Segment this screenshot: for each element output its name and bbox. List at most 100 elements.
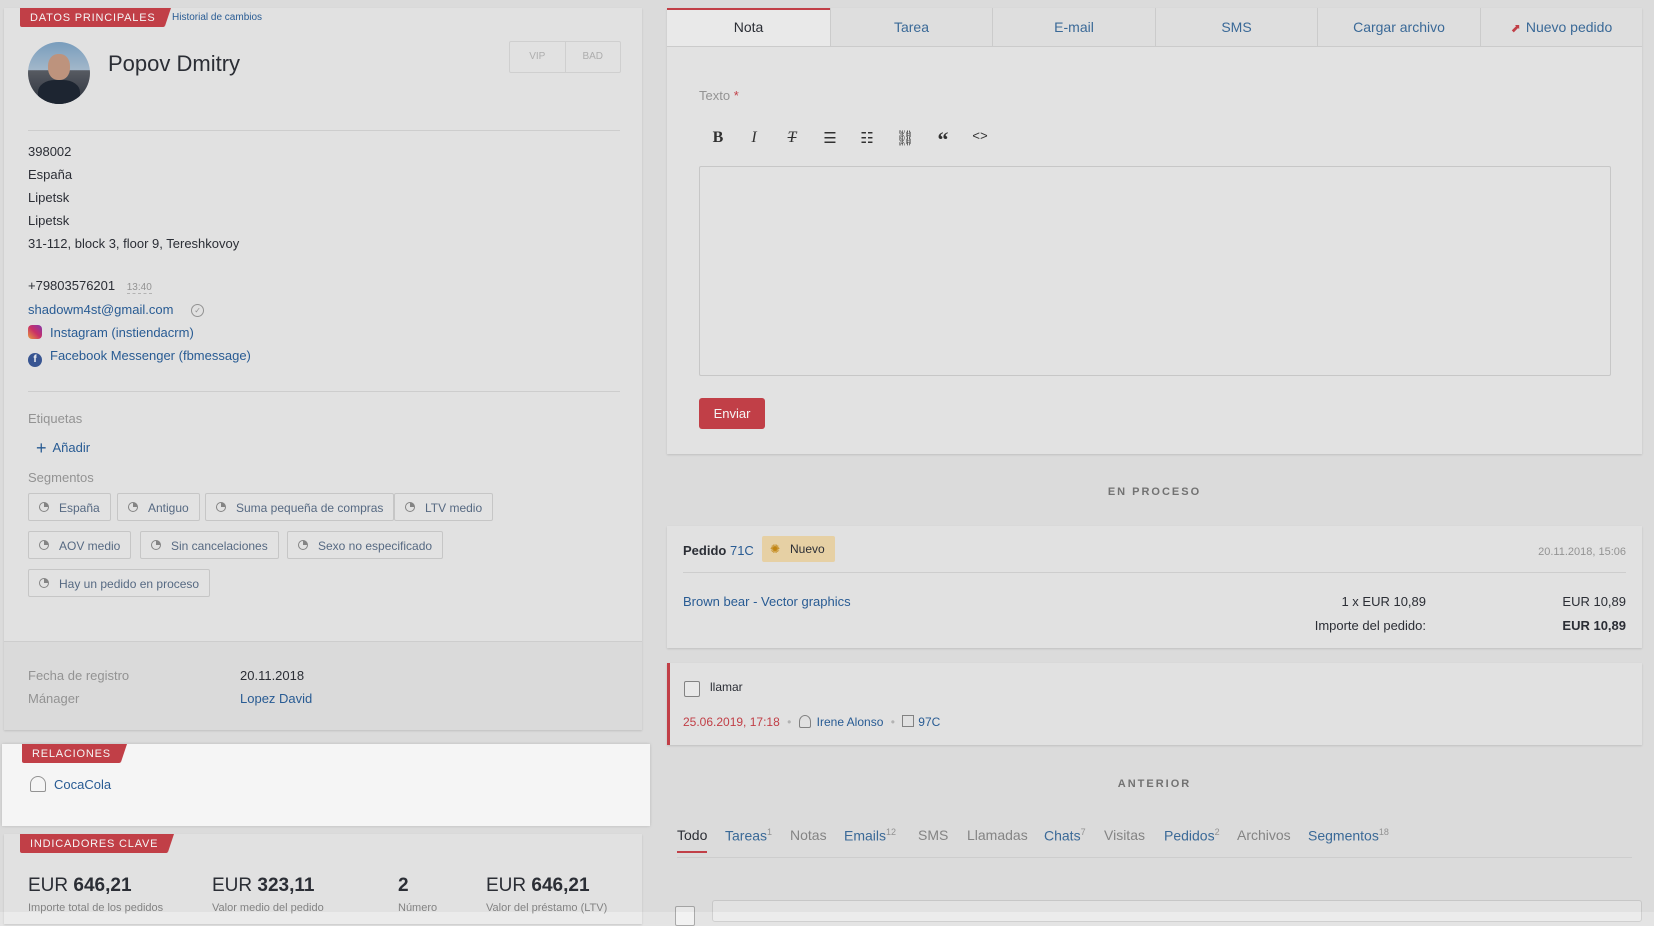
clear-format-icon[interactable]: T — [781, 129, 803, 147]
add-label-text: Añadir — [52, 440, 91, 455]
avatar — [28, 42, 90, 104]
segment-label: Sexo no especificado — [318, 539, 433, 553]
history-tab-all[interactable]: Todo — [677, 827, 708, 853]
segment-chip[interactable]: Suma pequeña de compras — [205, 493, 395, 521]
note-textarea[interactable] — [699, 166, 1611, 376]
instagram-link[interactable]: Instagram (instiendacrm) — [50, 325, 194, 340]
vip-button[interactable]: VIP — [510, 42, 566, 72]
task-meta: 25.06.2019, 17:18 • Irene Alonso • 97C — [683, 715, 941, 729]
kpi-amount: 646,21 — [73, 875, 132, 896]
history-tab-calls[interactable]: Llamadas — [967, 827, 1028, 843]
relation-row: CocaCola — [30, 776, 111, 792]
kpi-amount: 2 — [398, 875, 409, 896]
history-tab-tasks[interactable]: Tareas1 — [725, 827, 772, 844]
order-number-link[interactable]: 71C — [730, 543, 754, 558]
tab-sms[interactable]: SMS — [1155, 8, 1317, 46]
send-button[interactable]: Enviar — [699, 398, 765, 429]
history-tab-visits[interactable]: Visitas — [1104, 827, 1145, 843]
registration-label: Fecha de registro — [28, 668, 130, 683]
address-region: Lipetsk — [28, 190, 70, 205]
tab-email[interactable]: E-mail — [992, 8, 1155, 46]
tab-note[interactable]: Nota — [667, 8, 830, 46]
email-link[interactable]: shadowm4st@gmail.com — [28, 302, 173, 317]
segment-chip[interactable]: España — [28, 493, 111, 521]
task-due-date: 25.06.2019, 17:18 — [683, 715, 780, 729]
history-tab-label: Todo — [677, 827, 708, 843]
order-header: Pedido 71C — [683, 543, 754, 558]
code-icon[interactable]: <> — [969, 129, 991, 144]
kpi-ltv-label: Valor del préstamo (LTV) — [486, 902, 608, 914]
relations-tag: RELACIONES — [22, 744, 127, 763]
history-tab-chats[interactable]: Chats7 — [1044, 827, 1086, 844]
history-tab-count: 2 — [1214, 827, 1220, 837]
segments-title: Segmentos — [28, 470, 94, 485]
kpi-count-label: Número — [398, 902, 438, 914]
segment-chip[interactable]: LTV medio — [394, 493, 494, 521]
history-link[interactable]: Historial de cambios — [172, 12, 262, 23]
address-street: 31-112, block 3, floor 9, Tereshkovoy — [28, 236, 240, 251]
segment-chip[interactable]: Hay un pedido en proceso — [28, 569, 211, 597]
facebook-link[interactable]: Facebook Messenger (fbmessage) — [50, 348, 251, 363]
history-search-input[interactable] — [712, 900, 1642, 922]
order-card: Pedido 71C ✺ Nuevo 20.11.2018, 15:06 Brow… — [667, 526, 1642, 648]
kpi-ltv-value: EUR 646,21 — [486, 875, 590, 897]
history-tab-sms[interactable]: SMS — [918, 827, 948, 843]
address-zip: 398002 — [28, 144, 72, 159]
segment-label: Suma pequeña de compras — [236, 501, 384, 515]
segment-chip[interactable]: Antiguo — [117, 493, 200, 521]
segment-chip[interactable]: Sin cancelaciones — [140, 531, 279, 559]
segment-label: Hay un pedido en proceso — [59, 577, 200, 591]
tab-task[interactable]: Tarea — [830, 8, 992, 46]
history-tab-orders[interactable]: Pedidos2 — [1164, 827, 1220, 844]
kpi-amount: 646,21 — [531, 875, 590, 896]
tab-upload-file[interactable]: Cargar archivo — [1317, 8, 1480, 46]
text-label: Texto — [699, 88, 731, 103]
order-item-link[interactable]: Brown bear - Vector graphics — [683, 594, 851, 609]
bold-icon[interactable]: B — [707, 129, 729, 147]
history-tab-label: Chats — [1044, 827, 1081, 844]
segment-chip[interactable]: Sexo no especificado — [287, 531, 444, 559]
link-icon[interactable]: ⛓ — [894, 129, 916, 147]
verified-icon: ✓ — [191, 304, 205, 318]
divider — [28, 130, 620, 131]
add-label-button[interactable]: + Añadir — [36, 438, 90, 459]
tab-new-order[interactable]: ⬈ Nuevo pedido — [1480, 8, 1642, 46]
task-assignee-link[interactable]: Irene Alonso — [817, 715, 884, 729]
client-name: Popov Dmitry — [108, 51, 241, 76]
bad-button[interactable]: BAD — [566, 42, 621, 72]
segment-chip[interactable]: AOV medio — [28, 531, 132, 559]
task-checkbox[interactable] — [684, 681, 700, 697]
meta-footer: Fecha de registro 20.11.2018 Mánager Lop… — [4, 641, 642, 730]
history-tab-label: Visitas — [1104, 827, 1145, 843]
history-tab-files[interactable]: Archivos — [1237, 827, 1291, 843]
tab-new-order-label: Nuevo pedido — [1525, 19, 1613, 35]
labels-title: Etiquetas — [28, 411, 83, 426]
phone-local-time: 13:40 — [126, 282, 152, 294]
registration-date: 20.11.2018 — [240, 668, 305, 683]
numbered-list-icon[interactable]: ☷ — [856, 129, 878, 147]
phone-number[interactable]: +79803576201 — [28, 278, 115, 293]
company-user-icon — [30, 776, 46, 792]
task-order-link[interactable]: 97C — [918, 715, 940, 729]
order-date: 20.11.2018, 15:06 — [1538, 546, 1626, 558]
italic-icon[interactable]: I — [743, 129, 765, 147]
lightbulb-icon: ✺ — [770, 542, 781, 556]
order-ref-icon — [902, 715, 915, 727]
kpi-amount: 323,11 — [257, 875, 315, 896]
history-tab-notes[interactable]: Notas — [790, 827, 827, 843]
main-data-tag: DATOS PRINCIPALES — [20, 8, 172, 27]
manager-link[interactable]: Lopez David — [240, 691, 312, 706]
quote-icon[interactable]: “ — [932, 129, 954, 151]
segment-pie-icon — [151, 540, 161, 550]
editor-toolbar: B I T ☰ ☷ ⛓ “ <> — [707, 129, 1027, 153]
kpi-average-value: EUR 323,11 — [212, 875, 314, 897]
relations-panel: RELACIONES CocaCola — [2, 744, 650, 826]
history-tab-emails[interactable]: Emails12 — [844, 827, 896, 844]
relation-company-link[interactable]: CocaCola — [54, 777, 111, 792]
history-tab-segments[interactable]: Segmentos18 — [1308, 827, 1389, 844]
segment-pie-icon — [216, 502, 226, 512]
kpi-currency: EUR — [212, 875, 253, 896]
history-filter-checkbox[interactable] — [675, 906, 695, 926]
kpi-currency: EUR — [28, 875, 69, 896]
bullet-list-icon[interactable]: ☰ — [819, 129, 841, 147]
